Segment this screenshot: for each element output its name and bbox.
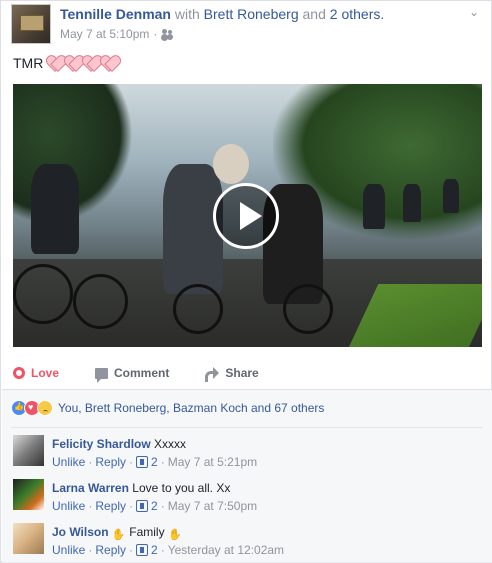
comment-body: Jo Wilson Family	[52, 525, 182, 541]
comment-timestamp[interactable]: May 7 at 7:50pm	[168, 499, 257, 513]
video-scene-rider	[443, 179, 459, 213]
avatar-plaque-image	[20, 15, 44, 31]
post-timestamp[interactable]: May 7 at 5:10pm	[60, 27, 149, 41]
sad-icon	[37, 400, 53, 416]
love-reaction-icon	[13, 367, 25, 379]
comment-like-count[interactable]: 2	[151, 455, 158, 469]
comment-item: Larna Warren Love to you all. Xx Unlike …	[13, 479, 481, 519]
comment-item: Jo Wilson Family Unlike · Reply · 2 · Ye…	[13, 523, 481, 563]
meta-separator: ·	[129, 543, 134, 557]
comment-item: Felicity Shardlow Xxxxx Unlike · Reply ·…	[13, 435, 481, 475]
comment-text: Love to you all. Xx	[132, 481, 231, 495]
unlike-link[interactable]: Unlike	[52, 543, 85, 557]
author-name-link[interactable]: Tennille Denman	[60, 6, 171, 22]
comment-body: Larna Warren Love to you all. Xx	[52, 481, 230, 495]
post-actions-bar: Love Comment Share	[13, 357, 481, 389]
unlike-link[interactable]: Unlike	[52, 499, 85, 513]
author-avatar[interactable]	[11, 4, 51, 44]
raised-hands-icon	[168, 527, 182, 541]
reply-link[interactable]: Reply	[95, 543, 126, 557]
comment-like-count[interactable]: 2	[151, 543, 158, 557]
love-button[interactable]: Love	[13, 366, 59, 380]
and-text: and	[302, 6, 326, 22]
reactions-summary[interactable]: You, Brett Roneberg, Bazman Koch and 67 …	[11, 400, 324, 416]
comment-meta: Unlike · Reply · 2 · May 7 at 5:21pm	[52, 455, 257, 469]
chevron-down-icon[interactable]: ⌄	[467, 5, 481, 19]
others-link[interactable]: 2 others.	[330, 6, 384, 22]
heart-icon	[101, 56, 118, 71]
post-meta: May 7 at 5:10pm ·	[60, 27, 175, 41]
heart-icon	[65, 56, 82, 71]
meta-separator: ·	[129, 499, 134, 513]
comment-like-count[interactable]: 2	[151, 499, 158, 513]
commenter-name-link[interactable]: Felicity Shardlow	[52, 437, 151, 451]
post-header: Tennille Denman with Brett Roneberg and …	[11, 1, 483, 49]
comment-meta: Unlike · Reply · 2 · May 7 at 7:50pm	[52, 499, 257, 513]
reply-link[interactable]: Reply	[95, 455, 126, 469]
post-text: TMR	[13, 55, 118, 71]
comment-timestamp[interactable]: Yesterday at 12:02am	[168, 543, 284, 557]
meta-separator: ·	[160, 455, 165, 469]
unlike-link[interactable]: Unlike	[52, 455, 85, 469]
meta-separator: ·	[88, 499, 93, 513]
share-icon	[205, 367, 220, 382]
thumbs-up-icon	[136, 456, 149, 468]
video-scene-wheel	[13, 264, 73, 324]
video-scene-wheel	[73, 274, 128, 329]
comment-label: Comment	[114, 366, 170, 380]
thumbs-up-icon	[136, 500, 149, 512]
commenter-avatar[interactable]	[13, 523, 44, 554]
meta-separator: ·	[88, 455, 93, 469]
friends-privacy-icon[interactable]	[161, 29, 175, 39]
tagged-friend-link[interactable]: Brett Roneberg	[204, 6, 299, 22]
divider	[11, 427, 483, 428]
comment-text: Xxxxx	[154, 437, 187, 451]
commenter-avatar[interactable]	[13, 435, 44, 466]
video-player[interactable]	[13, 84, 482, 347]
comment-meta: Unlike · Reply · 2 · Yesterday at 12:02a…	[52, 543, 284, 557]
reply-link[interactable]: Reply	[95, 499, 126, 513]
commenter-name-link[interactable]: Jo Wilson	[52, 525, 109, 539]
comment-text: Family	[129, 525, 165, 539]
meta-separator: ·	[160, 543, 165, 557]
meta-separator: ·	[153, 27, 158, 41]
video-scene-rider	[213, 144, 249, 184]
meta-separator: ·	[88, 543, 93, 557]
commenter-name-link[interactable]: Larna Warren	[52, 481, 129, 495]
share-button[interactable]: Share	[205, 366, 259, 382]
raised-hands-icon	[112, 527, 126, 541]
feed-post: Tennille Denman with Brett Roneberg and …	[0, 0, 492, 562]
reactions-summary-text[interactable]: You, Brett Roneberg, Bazman Koch and 67 …	[58, 401, 324, 415]
comment-body: Felicity Shardlow Xxxxx	[52, 437, 186, 451]
thumbs-up-icon	[136, 544, 149, 556]
commenter-avatar[interactable]	[13, 479, 44, 510]
video-scene-rider	[403, 184, 421, 222]
comment-button[interactable]: Comment	[95, 366, 170, 383]
video-scene-rider	[163, 164, 223, 294]
hearts-emoji-group	[47, 56, 118, 71]
video-scene-rider	[31, 164, 79, 254]
heart-icon	[83, 56, 100, 71]
with-text: with	[174, 6, 200, 22]
play-icon[interactable]	[213, 183, 279, 249]
post-text-content: TMR	[13, 55, 44, 71]
heart-icon	[47, 56, 64, 71]
meta-separator: ·	[160, 499, 165, 513]
video-scene-wheel	[173, 284, 223, 334]
love-label: Love	[31, 366, 60, 380]
post-attribution: Tennille Denman with Brett Roneberg and …	[60, 6, 384, 22]
share-label: Share	[225, 366, 259, 380]
meta-separator: ·	[129, 455, 134, 469]
comment-timestamp[interactable]: May 7 at 5:21pm	[168, 455, 257, 469]
video-scene-rider	[363, 184, 385, 229]
video-scene-wheel	[283, 284, 333, 334]
comment-icon	[95, 367, 109, 383]
